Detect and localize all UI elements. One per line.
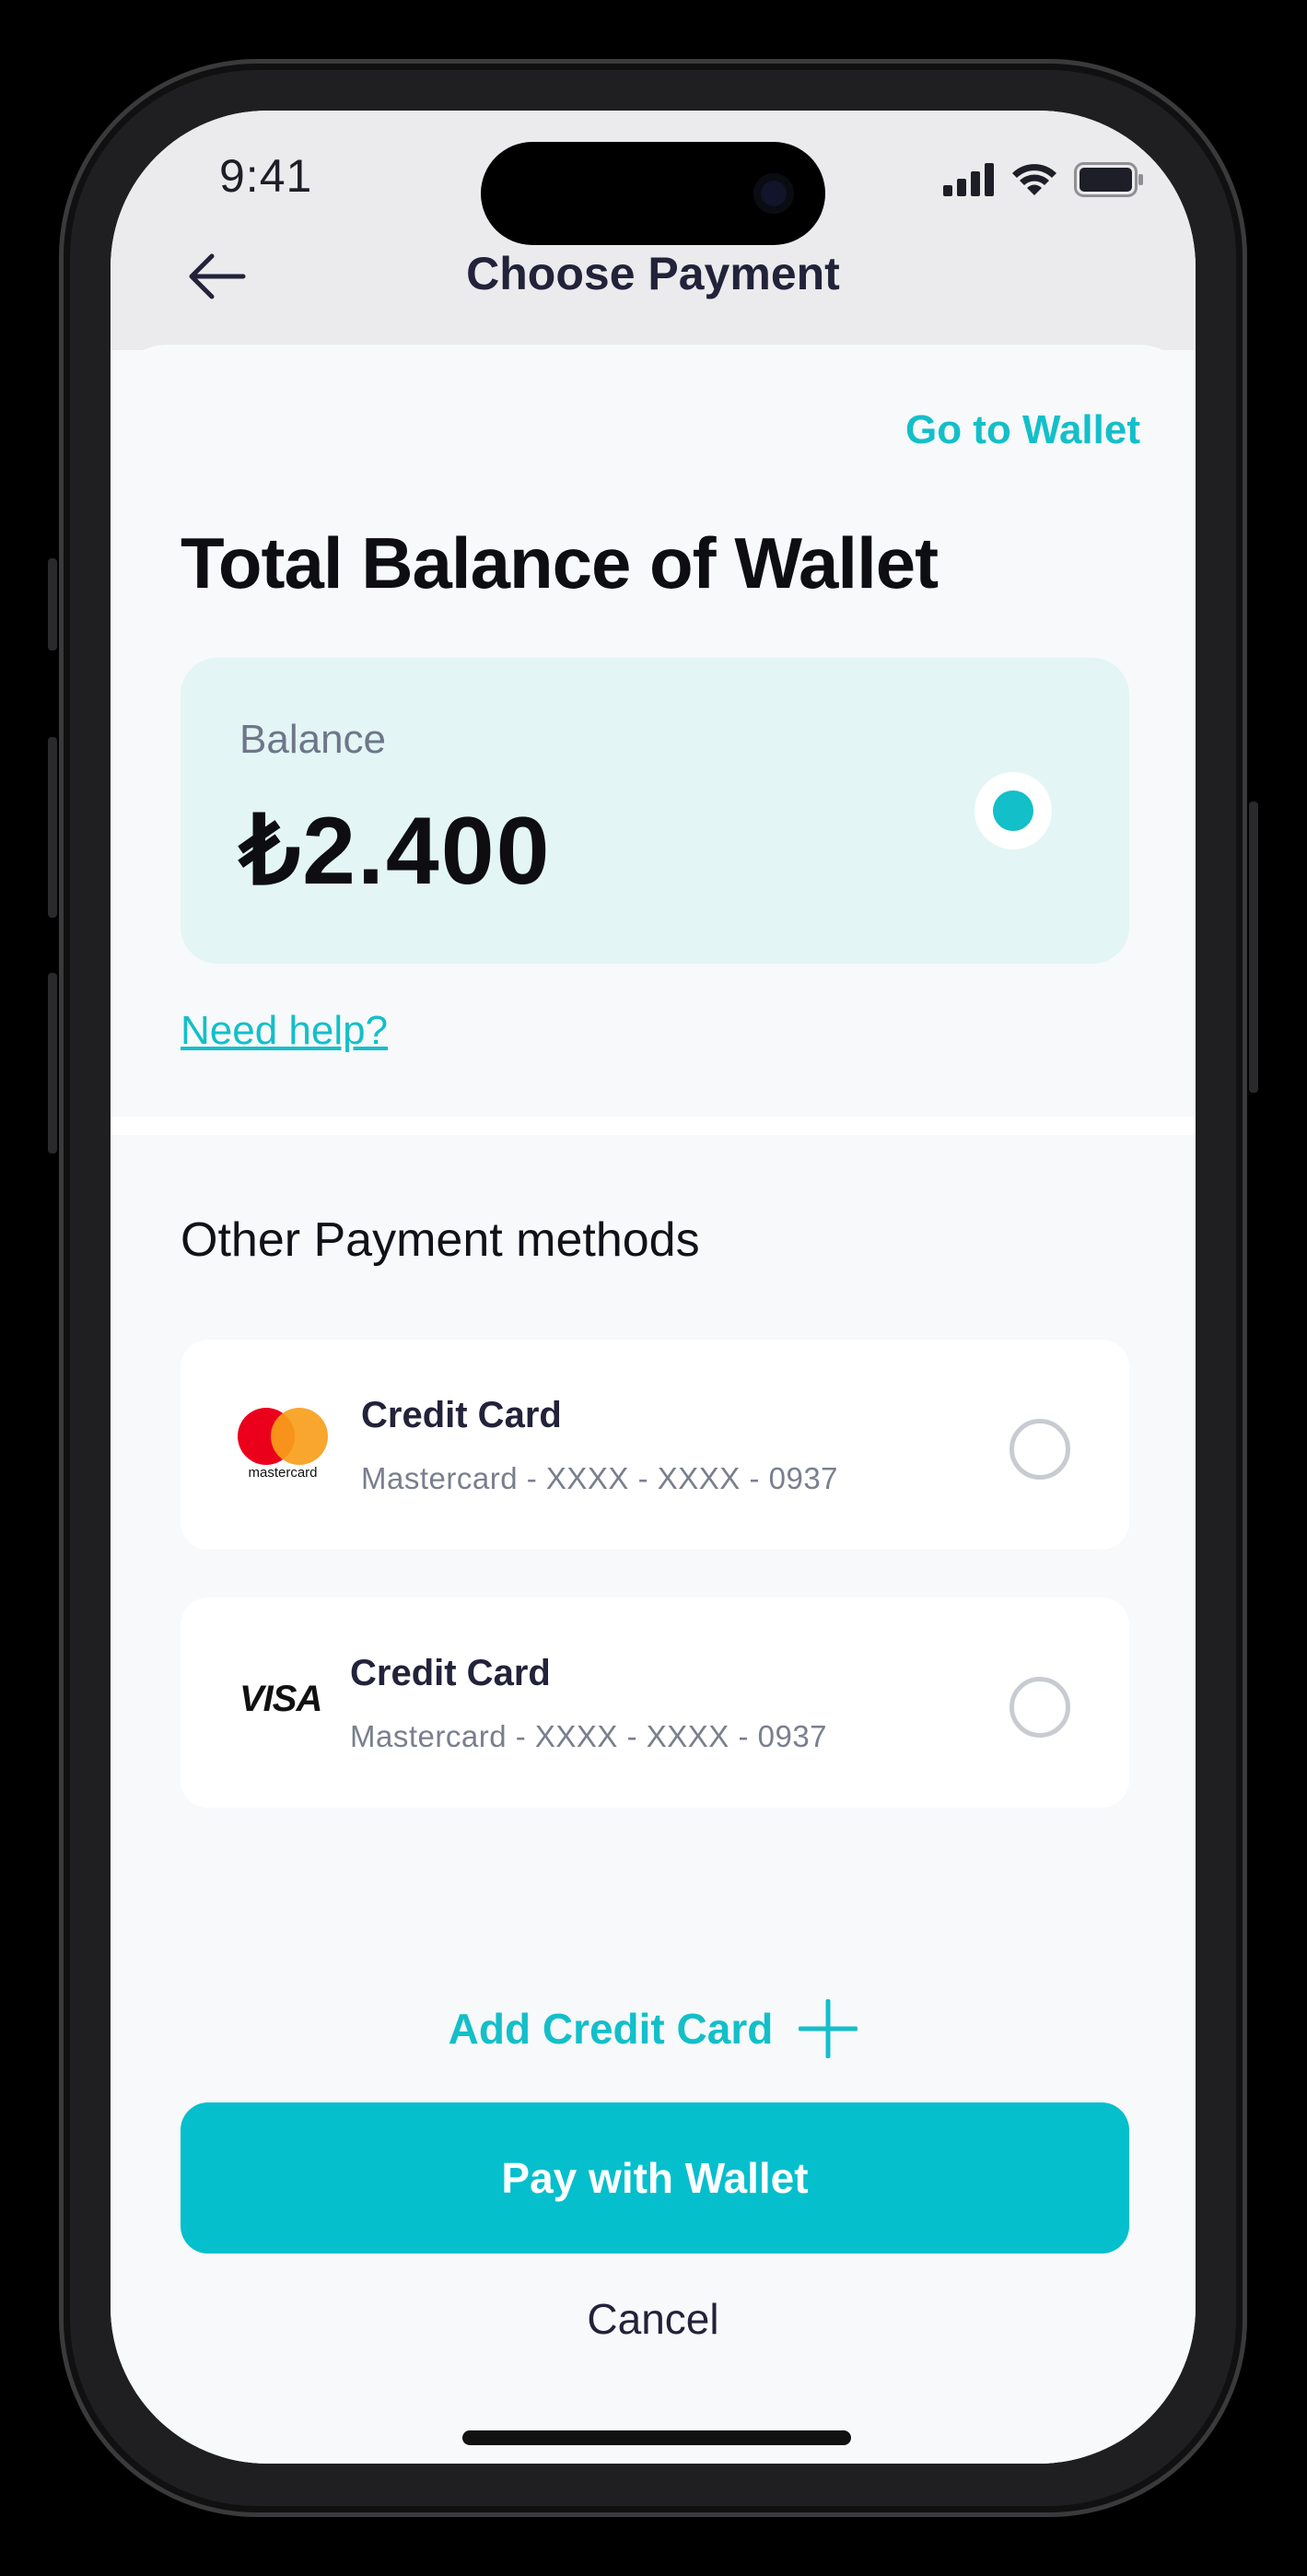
front-camera [753, 173, 794, 214]
wifi-icon [1012, 164, 1056, 195]
mastercard-wordmark: mastercard [248, 1465, 318, 1481]
plus-icon [799, 1999, 858, 2058]
payment-method-visa[interactable]: VISA Credit Card Mastercard - XXXX - XXX… [181, 1598, 1129, 1808]
mastercard-logo: mastercard [238, 1408, 328, 1481]
dynamic-island [481, 142, 825, 245]
add-credit-card-button[interactable]: Add Credit Card [111, 1999, 1196, 2058]
mastercard-orange-circle [271, 1408, 328, 1465]
status-time: 9:41 [219, 150, 313, 202]
screen: 9:41 Choose Payment Go to Wallet Total B… [111, 111, 1196, 2464]
balance-label: Balance [239, 717, 387, 762]
section-divider [111, 1117, 1196, 1135]
balance-amount: ₺2.400 [239, 798, 552, 905]
cancel-button[interactable]: Cancel [111, 2294, 1196, 2344]
volume-down-button [48, 973, 57, 1153]
payment-method-mastercard[interactable]: mastercard Credit Card Mastercard - XXXX… [181, 1340, 1129, 1550]
visa-radio[interactable] [1009, 1677, 1070, 1738]
signal-icon [943, 163, 994, 196]
volume-up-button [48, 737, 57, 918]
wallet-section-title: Total Balance of Wallet [181, 522, 939, 603]
add-credit-card-label: Add Credit Card [448, 2005, 774, 2053]
wallet-radio-selected[interactable] [974, 772, 1052, 849]
visa-logo: VISA [239, 1679, 322, 1719]
home-indicator[interactable] [462, 2430, 851, 2445]
payment-method-subtitle: Mastercard - XXXX - XXXX - 0937 [361, 1461, 839, 1495]
payment-method-title: Credit Card [361, 1395, 562, 1435]
wallet-balance-card[interactable]: Balance ₺2.400 [181, 658, 1129, 964]
page-title: Choose Payment [466, 248, 840, 299]
action-button [48, 558, 57, 650]
other-methods-title: Other Payment methods [181, 1213, 700, 1267]
need-help-link[interactable]: Need help? [181, 1008, 388, 1054]
pay-with-wallet-button[interactable]: Pay with Wallet [181, 2102, 1129, 2254]
status-bar: 9:41 [111, 111, 1196, 350]
mastercard-radio[interactable] [1009, 1419, 1070, 1480]
go-to-wallet-link[interactable]: Go to Wallet [905, 407, 1140, 453]
payment-method-subtitle: Mastercard - XXXX - XXXX - 0937 [350, 1719, 828, 1753]
battery-icon [1074, 162, 1143, 197]
status-icons [943, 162, 1144, 197]
payment-method-title: Credit Card [350, 1653, 551, 1693]
power-button [1249, 802, 1258, 1093]
